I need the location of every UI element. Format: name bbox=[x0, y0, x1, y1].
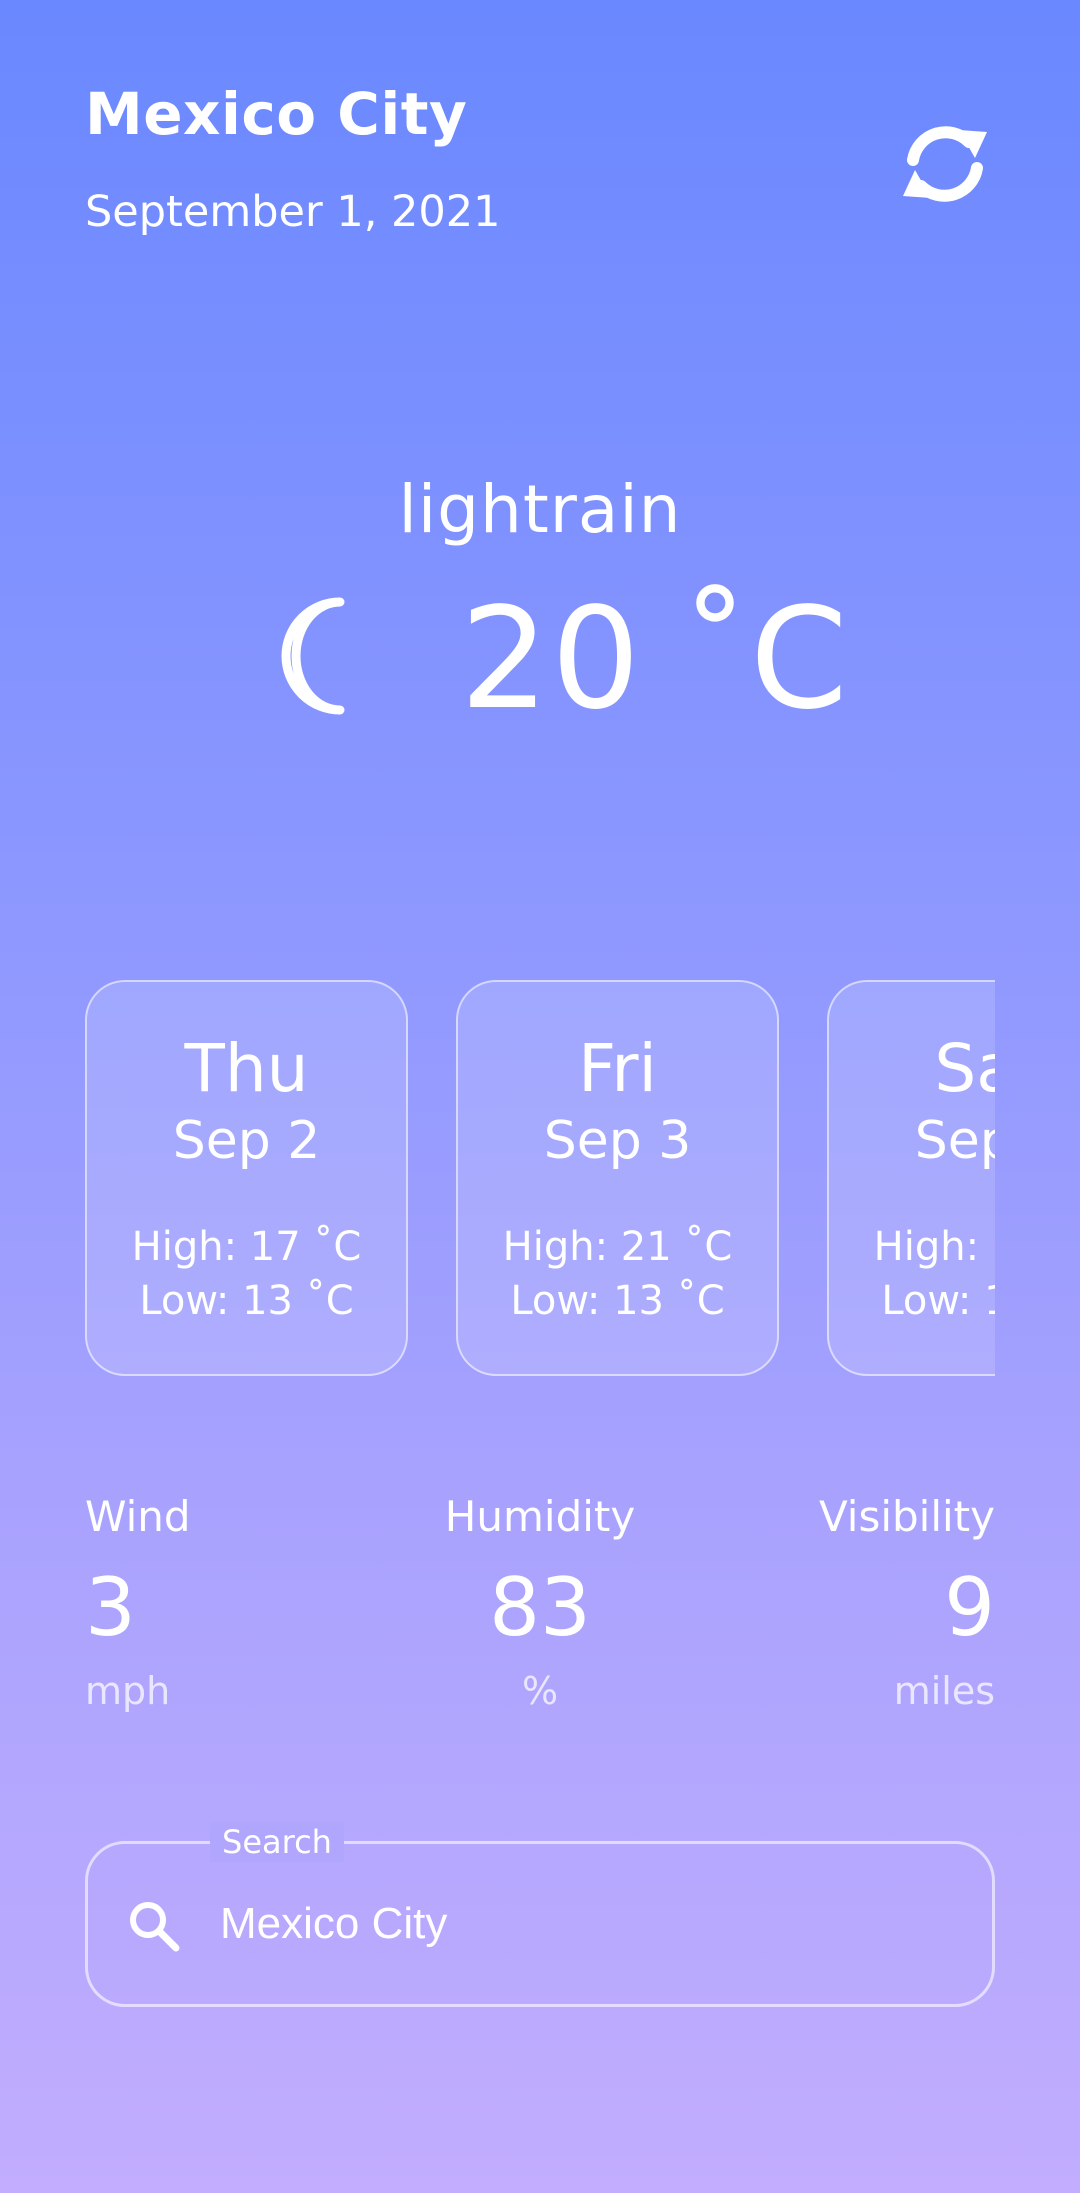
humidity-value: 83 bbox=[489, 1561, 591, 1654]
forecast-carousel[interactable]: Thu Sep 2 High: 17 ˚C Low: 13 ˚C Fri Sep… bbox=[85, 980, 995, 1380]
forecast-day: Thu bbox=[184, 1030, 309, 1107]
refresh-button[interactable] bbox=[895, 122, 995, 206]
weather-stats: Wind 3 mph Humidity 83 % Visibility 9 mi… bbox=[85, 1488, 995, 1738]
forecast-low: Low: 13 ˚C bbox=[510, 1278, 725, 1324]
forecast-track: Thu Sep 2 High: 17 ˚C Low: 13 ˚C Fri Sep… bbox=[85, 980, 995, 1376]
wind-stat: Wind 3 mph bbox=[85, 1488, 385, 1716]
temperature-value: 20 bbox=[460, 578, 643, 741]
forecast-day: Fri bbox=[578, 1030, 657, 1107]
humidity-stat: Humidity 83 % bbox=[390, 1488, 690, 1716]
moon-icon bbox=[281, 597, 345, 715]
forecast-date: Sep 2 bbox=[172, 1111, 321, 1171]
refresh-icon bbox=[903, 126, 987, 202]
forecast-high: High: 21 ˚C bbox=[502, 1224, 733, 1270]
visibility-unit: miles bbox=[893, 1669, 995, 1713]
forecast-date: Sep 3 bbox=[543, 1111, 692, 1171]
temperature-row: 20 ˚C bbox=[0, 590, 1080, 730]
wind-label: Wind bbox=[85, 1492, 191, 1541]
current-weather: lightrain 20 ˚C bbox=[0, 470, 1080, 730]
forecast-date: Sep 4 bbox=[914, 1111, 995, 1171]
forecast-high: High: 19 ˚C bbox=[873, 1224, 995, 1270]
humidity-label: Humidity bbox=[444, 1492, 636, 1541]
forecast-card[interactable]: Thu Sep 2 High: 17 ˚C Low: 13 ˚C bbox=[85, 980, 408, 1376]
visibility-label: Visibility bbox=[818, 1492, 995, 1541]
wind-unit: mph bbox=[85, 1669, 171, 1713]
forecast-card[interactable]: Sat Sep 4 High: 19 ˚C Low: 13 ˚C bbox=[827, 980, 995, 1376]
forecast-card[interactable]: Fri Sep 3 High: 21 ˚C Low: 13 ˚C bbox=[456, 980, 779, 1376]
current-date: September 1, 2021 bbox=[85, 187, 501, 237]
forecast-day: Sat bbox=[934, 1030, 995, 1107]
temperature-unit: ˚C bbox=[680, 578, 848, 741]
visibility-stat: Visibility 9 miles bbox=[695, 1488, 995, 1716]
search-icon bbox=[130, 1902, 180, 1952]
forecast-high: High: 17 ˚C bbox=[131, 1224, 362, 1270]
header: Mexico City September 1, 2021 bbox=[85, 78, 995, 258]
wind-value: 3 bbox=[85, 1561, 136, 1654]
city-name: Mexico City bbox=[85, 80, 468, 148]
visibility-value: 9 bbox=[944, 1561, 995, 1654]
search-input[interactable] bbox=[220, 1888, 960, 1960]
forecast-low: Low: 13 ˚C bbox=[139, 1278, 354, 1324]
weather-condition: lightrain bbox=[398, 471, 682, 548]
search-field[interactable]: Search bbox=[85, 1822, 995, 2007]
humidity-unit: % bbox=[521, 1669, 559, 1713]
forecast-low: Low: 13 ˚C bbox=[881, 1278, 995, 1324]
search-label: Search bbox=[210, 1822, 344, 1862]
